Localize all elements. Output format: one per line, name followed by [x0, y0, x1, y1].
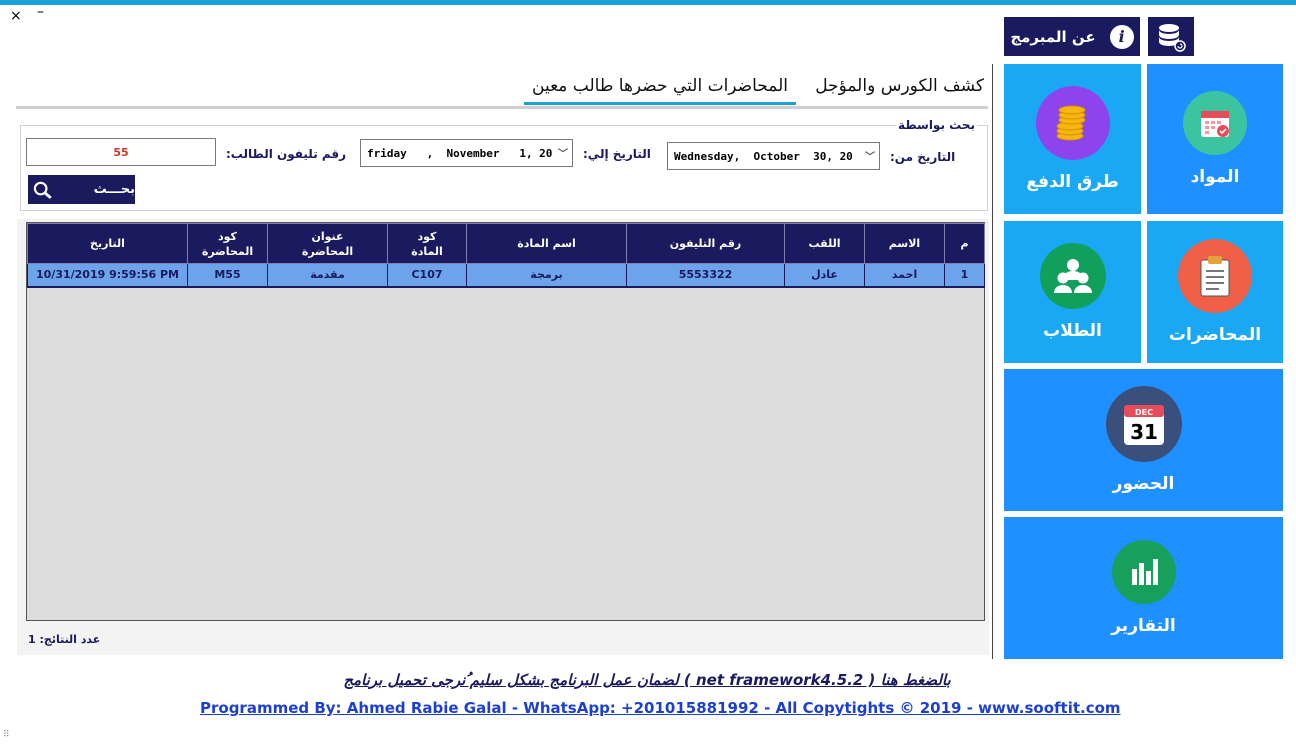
column-header[interactable]: اللقب	[784, 223, 865, 264]
table-cell: احمد	[864, 263, 945, 288]
phone-label: رقم تليفون الطالب:	[226, 147, 347, 161]
tab-course-report[interactable]: كشف الكورس والمؤجل	[815, 76, 984, 96]
clipboard-icon	[1178, 239, 1252, 313]
date-to-value: friday , November 1, 20	[367, 146, 553, 160]
table-body: 1 احمد عادل 5553322 برمجة C107 مقدمة M55 10/31/2…	[27, 263, 985, 288]
lectures-tile[interactable]: المحاضرات	[1147, 221, 1283, 363]
column-header-text: الاسم	[888, 237, 921, 250]
bar-chart-icon	[1111, 540, 1176, 604]
calendar-check-icon	[1183, 91, 1247, 155]
date-to-picker[interactable]: friday , November 1, 20 ﹀	[360, 139, 573, 167]
close-button[interactable]: ×	[10, 8, 22, 24]
table-cell: برمجة	[466, 263, 627, 288]
column-header[interactable]: عنوان المحاضرة	[267, 223, 388, 264]
date-from-value: Wednesday, October 30, 20	[674, 149, 853, 163]
table-cell: C107	[387, 263, 467, 288]
students-label: الطلاب	[1043, 321, 1102, 341]
column-header[interactable]: التاريخ	[27, 223, 188, 264]
column-header[interactable]: اسم المادة	[466, 223, 627, 264]
credits-link[interactable]: Programmed By: Ahmed Rabie Galal - Whats…	[200, 699, 1121, 717]
column-header-text: اسم المادة	[517, 237, 576, 250]
results-count: عدد النتائج: 1	[28, 633, 101, 646]
minimize-button[interactable]: –	[37, 4, 44, 20]
column-header-text: رقم التليفون	[669, 237, 742, 250]
chevron-down-icon: ﹀	[865, 152, 875, 163]
table-header-row: م الاسم اللقب رقم التليفون اسم المادة كود الما…	[27, 223, 985, 264]
table-cell: 10/31/2019 9:59:56 PM	[27, 263, 188, 288]
column-header[interactable]: م	[944, 223, 985, 264]
about-programmer-button[interactable]: i عن المبرمج	[1004, 17, 1140, 56]
materials-label: المواد	[1190, 167, 1240, 187]
column-header-text: كود	[218, 229, 237, 243]
tab-student-lectures[interactable]: المحاضرات التي حضرها طالب معين	[524, 76, 796, 105]
column-header-text: المحاضرة	[201, 244, 254, 258]
column-header-text: المحاضرة	[301, 244, 354, 258]
attendance-label: الحضور	[1112, 474, 1175, 494]
search-button[interactable]: بحـــث	[28, 175, 135, 204]
reports-label: التقارير	[1111, 616, 1176, 636]
calendar-day: 31	[1130, 420, 1158, 444]
table-cell: عادل	[784, 263, 865, 288]
lectures-label: المحاضرات	[1168, 325, 1262, 345]
column-header-text: عنوان	[311, 229, 344, 243]
attendance-tile[interactable]: DEC 31 الحضور	[1004, 369, 1283, 511]
date-from-picker[interactable]: Wednesday, October 30, 20 ﹀	[667, 142, 880, 170]
students-tile[interactable]: الطلاب	[1004, 221, 1141, 363]
window-top-bar	[0, 0, 1296, 5]
table-cell: 5553322	[626, 263, 785, 288]
date-to-label: التاريخ إلي:	[583, 147, 651, 161]
framework-download-link[interactable]: لضمان عمل البرنامج بشكل سليم ُنرجى تحميل…	[300, 671, 994, 689]
column-header[interactable]: كود المادة	[387, 223, 467, 264]
calendar-month: DEC	[1135, 408, 1153, 417]
column-header-text: التاريخ	[90, 237, 125, 250]
date-from-label: التاريخ من:	[890, 150, 956, 164]
column-header-text: م	[960, 237, 969, 250]
users-group-icon	[1039, 243, 1106, 309]
results-grid[interactable]: م الاسم اللقب رقم التليفون اسم المادة كود الما…	[26, 222, 985, 621]
panel-divider	[992, 64, 993, 659]
search-icon	[33, 181, 52, 199]
resize-grip[interactable]: ⠿	[3, 730, 10, 740]
table-cell: مقدمة	[267, 263, 388, 288]
reports-tile[interactable]: التقارير	[1004, 517, 1283, 659]
about-programmer-label: عن المبرمج	[1010, 27, 1096, 46]
column-header-text: المادة	[411, 244, 443, 258]
column-header[interactable]: الاسم	[864, 223, 945, 264]
payment-methods-tile[interactable]: طرق الدفع	[1004, 64, 1141, 214]
materials-tile[interactable]: المواد	[1147, 64, 1283, 214]
info-icon: i	[1109, 24, 1134, 49]
phone-input[interactable]	[26, 138, 216, 166]
chevron-down-icon: ﹀	[558, 149, 568, 160]
coins-icon	[1035, 86, 1110, 160]
column-header[interactable]: كود المحاضرة	[187, 223, 268, 264]
search-button-label: بحـــث	[93, 182, 135, 197]
database-icon	[1159, 23, 1186, 52]
tab-bar: كشف الكورس والمؤجل المحاضرات التي حضرها …	[16, 72, 988, 109]
table-cell: M55	[187, 263, 268, 288]
column-header-text: كود	[417, 229, 437, 243]
table-row[interactable]: 1 احمد عادل 5553322 برمجة C107 مقدمة M55 10/31/2…	[27, 263, 985, 288]
column-header-text: اللقب	[808, 237, 841, 250]
column-header[interactable]: رقم التليفون	[626, 223, 785, 264]
table-cell: 1	[944, 263, 985, 288]
payment-methods-label: طرق الدفع	[1026, 172, 1119, 192]
database-button[interactable]	[1148, 17, 1194, 56]
calendar-icon: DEC 31	[1105, 386, 1182, 462]
search-group-title: بحث بواسطة	[896, 118, 977, 132]
